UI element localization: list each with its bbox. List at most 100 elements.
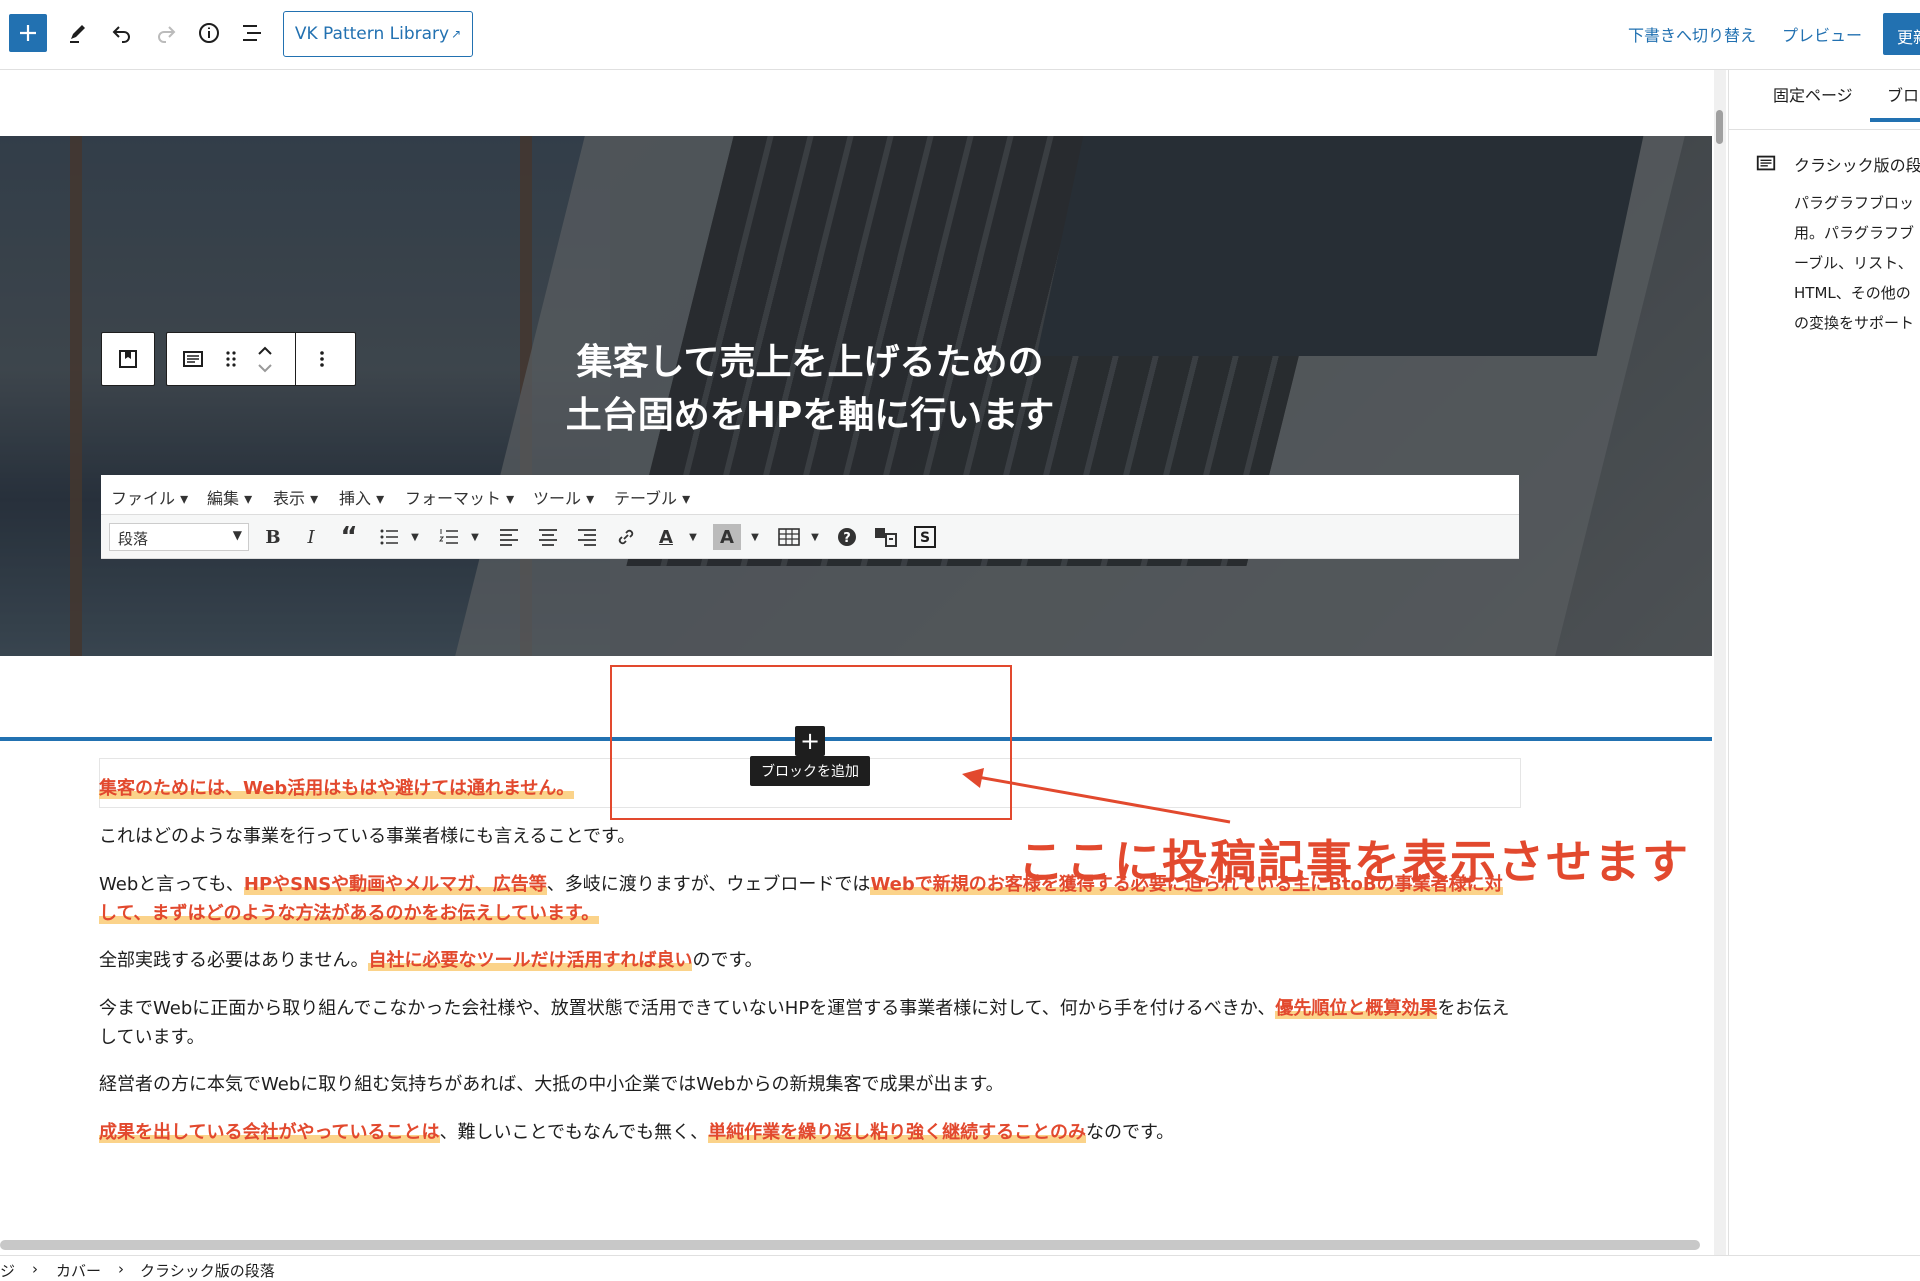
italic-icon[interactable]: I [297,524,325,550]
numbered-list-icon[interactable] [435,524,463,550]
table-icon[interactable] [775,524,803,550]
active-tab-indicator [1870,118,1920,122]
list-view-button[interactable] [232,13,272,53]
paragraph-1[interactable]: 集客のためには、Web活用はもはや避けては通れません。 [99,774,1519,803]
breadcrumb-item-cover[interactable]: カバー [56,1260,101,1281]
menu-table[interactable]: テーブル ▾ [614,485,690,509]
highlight-text: 優先順位と概算効果 [1275,998,1438,1019]
align-right-icon[interactable] [573,524,601,550]
vk-pattern-library-button[interactable]: VK Pattern Library ↗ [283,11,473,57]
external-link-icon: ↗ [451,27,462,41]
update-button[interactable]: 更新 [1883,13,1920,55]
paragraph-2[interactable]: これはどのような事業を行っている事業者様にも言えることです。 [99,822,1519,851]
undo-button[interactable] [102,13,142,53]
menu-insert[interactable]: 挿入 ▾ [339,485,384,509]
breadcrumb-item-classic[interactable]: クラシック版の段落 [140,1260,275,1281]
undo-icon [112,26,130,43]
scrollbar-thumb[interactable] [1716,110,1723,144]
link-icon[interactable] [612,524,640,550]
vertical-scrollbar[interactable] [1714,70,1726,1255]
menu-tools[interactable]: ツール ▾ [533,485,594,509]
highlight-text: 成果を出している会社がやっていることは [99,1122,440,1143]
pencil-icon [70,25,85,43]
sidebar-tabs: 固定ページ ブロック [1729,70,1920,130]
editor-top-toolbar: VK Pattern Library ↗ 下書きへ切り替え プレビュー 更新 [0,0,1920,70]
chevron-down-icon[interactable]: ▼ [401,524,429,550]
format-select-value: 段落 [118,530,149,548]
details-button[interactable] [189,13,229,53]
settings-sidebar: 固定ページ ブロック クラシック版の段落 パラグラフブロッ 用。パラグラフブ ー… [1728,70,1920,1255]
background-color-icon[interactable]: A [713,524,741,550]
classic-menubar: ファイル ▾ 編集 ▾ 表示 ▾ 挿入 ▾ フォーマット ▾ ツール ▾ テーブ… [101,475,1519,515]
select-parent-button[interactable] [101,332,155,386]
more-options-icon[interactable] [317,347,327,375]
block-breadcrumb: ジ › カバー › クラシック版の段落 [0,1255,1920,1281]
list-view-icon [243,25,261,41]
block-description-line: パラグラフブロッ [1794,194,1915,212]
paragraph-3[interactable]: Webと言っても、HPやSNSや動画やメルマガ、広告等、多岐に渡りますが、ウェブ… [99,870,1519,928]
chevron-down-icon[interactable]: ▼ [461,524,489,550]
text: 全部実践する必要はありません。 [99,950,369,971]
text: 、多岐に渡りますが、ウェブロードでは [546,874,871,895]
paragraph-4[interactable]: 全部実践する必要はありません。自社に必要なツールだけ活用すれば良いのです。 [99,946,1519,975]
chevron-down-icon[interactable]: ▼ [801,524,829,550]
text: 、難しいことでもなんでも無く、 [439,1122,709,1143]
highlight-text: 自社に必要なツールだけ活用すれば良い [368,950,693,971]
tab-block[interactable]: ブロック [1887,82,1920,106]
blockquote-icon[interactable]: “ [335,522,363,552]
menu-view[interactable]: 表示 ▾ [273,485,318,509]
breadcrumb-separator: › [32,1260,38,1278]
switch-to-draft-link[interactable]: 下書きへ切り替え [1628,22,1756,46]
format-select[interactable]: 段落 ▼ [109,523,249,551]
bold-icon[interactable]: B [259,524,287,550]
edit-tool-button[interactable] [58,13,98,53]
move-up-down-icon[interactable] [255,341,275,381]
preview-link[interactable]: プレビュー [1782,22,1862,46]
text: 今までWebに正面から取り組んでこなかった会社様や、放置状態で活用できていないH… [99,998,1276,1019]
cover-block-icon [119,350,137,368]
block-card-title: クラシック版の段落 [1794,156,1920,175]
drag-handle-icon[interactable] [223,347,239,375]
toolbar-divider [295,333,296,385]
block-description-line: の変換をサポート [1794,314,1915,332]
text: なのです。 [1085,1122,1175,1143]
cover-block[interactable]: 集客して売上を上げるための 土台固めをHPを軸に行います [0,136,1712,656]
strikethrough-box-icon[interactable]: S [911,524,939,550]
help-icon[interactable]: ? [833,524,861,550]
editor-canvas: 集客して売上を上げるための 土台固めをHPを軸に行います ファイル ▾ 編集 ▾… [0,70,1712,1255]
align-left-icon[interactable] [495,524,523,550]
block-description-line: ーブル、リスト、 [1794,254,1913,272]
info-icon [199,23,219,43]
highlight-text: 集客のためには、Web活用はもはや避けては通れません。 [99,778,575,799]
text: Webと言っても、 [99,874,244,895]
menu-edit[interactable]: 編集 ▾ [207,485,252,509]
plus-icon: + [799,727,821,755]
text-color-icon[interactable]: A [652,524,680,550]
svg-text:?: ? [843,531,851,546]
paragraph-5[interactable]: 今までWebに正面から取り組んでこなかった会社様や、放置状態で活用できていないH… [99,994,1519,1052]
block-inserter-button[interactable] [9,14,47,52]
tab-page[interactable]: 固定ページ [1773,82,1853,106]
redo-button[interactable] [146,13,186,53]
breadcrumb-item-page[interactable]: ジ [0,1260,15,1281]
cover-title-line2[interactable]: 土台固めをHPを軸に行います [0,386,1620,438]
align-center-icon[interactable] [534,524,562,550]
redo-icon [158,26,176,43]
chevron-down-icon: ▼ [232,528,242,542]
paragraph-7[interactable]: 成果を出している会社がやっていることは、難しいことでもなんでも無く、単純作業を繰… [99,1118,1519,1147]
classic-block-icon [181,347,205,375]
chevron-down-icon[interactable]: ▼ [741,524,769,550]
add-block-button[interactable]: + [795,726,825,756]
menu-format[interactable]: フォーマット ▾ [405,485,514,509]
chevron-down-icon[interactable]: ▼ [679,524,707,550]
special-character-icon[interactable] [872,524,900,550]
paragraph-6[interactable]: 経営者の方に本気でWebに取り組む気持ちがあれば、大抵の中小企業ではWebからの… [99,1070,1519,1099]
bullet-list-icon[interactable] [375,524,403,550]
highlight-text: HPやSNSや動画やメルマガ、広告等 [243,874,547,895]
breadcrumb-separator: › [118,1260,124,1278]
block-description-line: HTML、その他の [1794,284,1911,302]
svg-text:S: S [920,530,930,546]
plus-icon [20,25,36,41]
menu-file[interactable]: ファイル ▾ [111,485,188,509]
horizontal-scrollbar[interactable] [0,1240,1700,1250]
